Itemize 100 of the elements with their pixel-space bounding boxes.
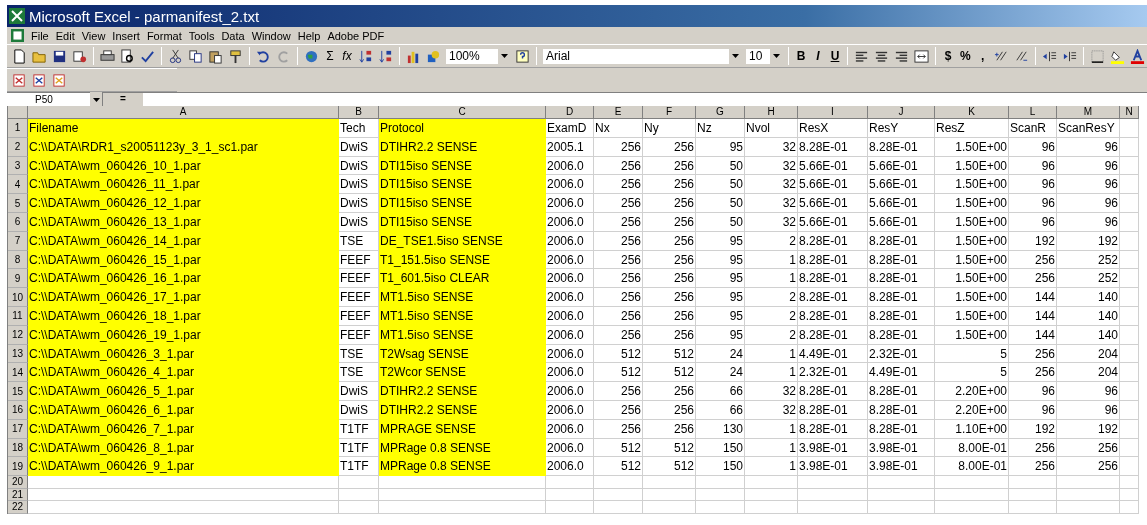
column-header[interactable]: D (546, 106, 594, 119)
table-cell: 2006.0 (546, 457, 594, 477)
table-cell: 252 (1057, 269, 1120, 289)
table-cell: 32 (745, 175, 798, 195)
cut-icon[interactable] (167, 47, 184, 65)
print-preview-icon[interactable] (119, 47, 136, 65)
table-cell: ResY (868, 119, 935, 138)
font-dropdown[interactable]: Arial (542, 47, 742, 65)
column-header[interactable]: B (339, 106, 379, 119)
new-document-icon[interactable] (11, 47, 28, 65)
column-header[interactable]: A (28, 106, 339, 119)
workbook-icon[interactable] (11, 29, 24, 42)
table-cell: DwiS (339, 194, 379, 213)
table-cell (339, 476, 379, 489)
table-cell: 256 (594, 194, 643, 213)
table-cell: 96 (1057, 194, 1120, 213)
row-header[interactable]: 20 (8, 476, 28, 489)
menu-item[interactable]: File (31, 29, 49, 42)
row-header[interactable]: 10 (8, 288, 28, 307)
pdf-icon[interactable] (11, 71, 28, 89)
column-header[interactable]: N (1120, 106, 1139, 119)
table-cell: 2006.0 (546, 175, 594, 195)
borders-icon[interactable] (1088, 47, 1106, 65)
row-header[interactable]: 9 (8, 269, 28, 289)
table-cell: 512 (594, 457, 643, 477)
copy-icon[interactable] (187, 47, 204, 65)
column-header[interactable]: M (1057, 106, 1120, 119)
insert-function-button[interactable]: fx (340, 47, 354, 65)
menu-item[interactable]: Format (146, 29, 182, 42)
select-all-corner[interactable] (8, 106, 28, 119)
zoom-dropdown[interactable]: 100% (445, 47, 511, 65)
menu-item[interactable]: View (81, 29, 106, 42)
table-cell: C:\\DATA\wm_060426_16_1.par (28, 269, 339, 289)
table-cell: T1TF (339, 457, 379, 477)
table-cell (546, 476, 594, 489)
table-cell: 5.66E-01 (798, 175, 868, 195)
menu-item[interactable]: Help (297, 29, 321, 42)
row-header[interactable]: 4 (8, 175, 28, 195)
table-cell: 96 (1009, 175, 1057, 195)
format-painter-icon[interactable] (227, 47, 244, 65)
column-header[interactable]: K (935, 106, 1009, 119)
table-cell: 256 (594, 175, 643, 195)
table-cell: C:\\DATA\wm_060426_9_1.par (28, 457, 339, 477)
column-header[interactable]: C (379, 106, 546, 119)
column-header[interactable]: I (798, 106, 868, 119)
pdf-icon[interactable] (51, 71, 68, 89)
row-header[interactable]: 15 (8, 382, 28, 401)
table-cell: 24 (696, 363, 745, 383)
table-cell: Nx (594, 119, 643, 138)
column-header[interactable]: J (868, 106, 935, 119)
bold-button[interactable]: B (794, 47, 808, 65)
autosum-button[interactable]: Σ (323, 47, 337, 65)
menu-item[interactable]: Data (221, 29, 245, 42)
menu-item[interactable]: Insert (112, 29, 140, 42)
caret-icon (92, 97, 100, 102)
currency-button[interactable]: $ (941, 47, 955, 65)
table-cell: 2006.0 (546, 194, 594, 213)
table-cell: Tech (339, 119, 379, 138)
row-header[interactable]: 22 (8, 501, 28, 514)
italic-button[interactable]: I (811, 47, 825, 65)
row-header[interactable]: 14 (8, 363, 28, 383)
help-icon[interactable] (514, 47, 531, 65)
column-header[interactable]: G (696, 106, 745, 119)
row-header[interactable]: 1 (8, 119, 28, 138)
table-cell: 2006.0 (546, 269, 594, 289)
table-cell: 96 (1009, 194, 1057, 213)
table-cell: 8.28E-01 (798, 382, 868, 401)
table-cell (868, 476, 935, 489)
percent-button[interactable]: % (958, 47, 973, 65)
table-cell: 8.28E-01 (798, 269, 868, 289)
table-cell: 2006.0 (546, 382, 594, 401)
column-header[interactable]: E (594, 106, 643, 119)
table-cell (594, 501, 643, 514)
font-size-dropdown[interactable]: 10 (745, 47, 783, 65)
menu-item[interactable]: Tools (188, 29, 215, 42)
menu-item[interactable]: Adobe PDF (327, 29, 385, 42)
pdf-icon[interactable] (31, 71, 48, 89)
column-header[interactable]: F (643, 106, 696, 119)
menu-item[interactable]: Edit (55, 29, 75, 42)
row-header[interactable]: 5 (8, 194, 28, 213)
underline-button[interactable]: U (828, 47, 842, 65)
table-cell: 8.28E-01 (868, 269, 935, 289)
comma-style-button[interactable]: , (975, 47, 990, 65)
table-cell: 256 (643, 175, 696, 195)
table-cell: DwiS (339, 382, 379, 401)
table-cell (1009, 501, 1057, 514)
menu-item[interactable]: Window (251, 29, 291, 42)
table-cell: ScanResY (1057, 119, 1120, 138)
column-header[interactable]: H (745, 106, 798, 119)
table-cell: C:\\DATA\wm_060426_12_1.par (28, 194, 339, 213)
table-cell: 5.66E-01 (798, 194, 868, 213)
font-color-icon[interactable] (1128, 47, 1146, 65)
table-cell: ScanR (1009, 119, 1057, 138)
merge-center-icon[interactable] (913, 47, 930, 65)
row-header[interactable]: 19 (8, 457, 28, 477)
spreadsheet-app-icon (9, 8, 25, 24)
column-header[interactable]: L (1009, 106, 1057, 119)
table-cell: Protocol (379, 119, 546, 138)
table-cell: 1.50E+00 (935, 288, 1009, 307)
table-cell (1057, 501, 1120, 514)
